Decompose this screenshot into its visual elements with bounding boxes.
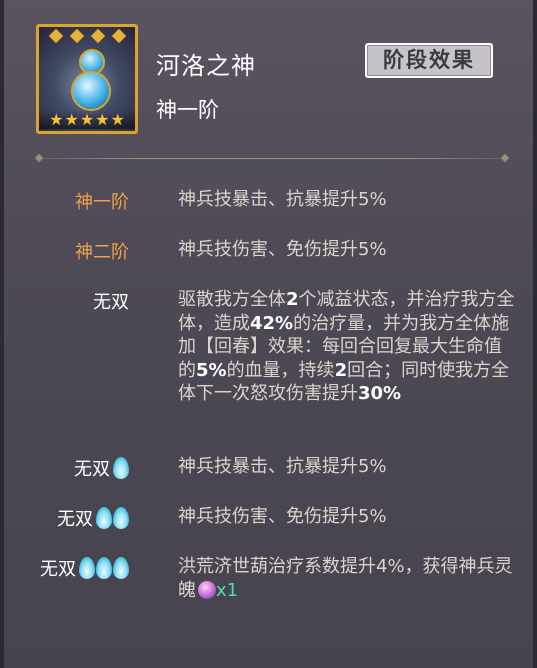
blue-flame-icon — [113, 557, 129, 579]
flame-rank — [95, 507, 129, 529]
effect-label-group: 无双 — [74, 455, 129, 481]
artifact-detail-panel: ★ ★ ★ ★ ★ 河洛之神 神一阶 阶段效果 神一阶 神兵技暴击、抗暴提升5%… — [0, 0, 537, 668]
effect-description: 驱散我方全体2个减益状态，并治疗我方全体，造成42%的治疗量，并为我方全体施加【… — [178, 288, 518, 406]
blue-flame-icon — [113, 507, 129, 529]
effect-label: 无双 — [57, 509, 93, 530]
star-icon: ★ — [64, 110, 79, 129]
soul-orb-icon[interactable] — [198, 580, 216, 599]
effect-label-group: 无双 — [40, 555, 129, 581]
blue-flame-icon — [113, 457, 129, 479]
effect-label: 神二阶 — [75, 242, 129, 263]
artifact-name: 河洛之神 — [156, 52, 256, 80]
effect-label: 神一阶 — [75, 192, 129, 213]
effect-label-group: 无双 — [57, 505, 129, 531]
desc-text: 的血量，持续 — [226, 359, 335, 381]
effect-label: 无双 — [74, 459, 110, 480]
star-icon: ★ — [79, 110, 95, 129]
artifact-icon[interactable]: ★ ★ ★ ★ ★ — [36, 24, 138, 134]
effect-label: 无双 — [93, 292, 129, 313]
effect-description: 神兵技伤害、免伤提升5% — [178, 239, 387, 260]
star-rating: ★ ★ ★ ★ ★ — [39, 111, 135, 129]
flame-rank — [78, 557, 129, 579]
gourd-icon — [69, 47, 111, 115]
desc-value: 2 — [334, 359, 348, 381]
desc-value: 5% — [196, 359, 227, 381]
flame-rank — [112, 457, 129, 479]
effect-description: 神兵技伤害、免伤提升5% — [178, 506, 387, 527]
reward-quantity: x1 — [216, 579, 239, 601]
desc-value: 2 — [286, 289, 299, 310]
artifact-stage: 神一阶 — [156, 98, 219, 122]
desc-text: 驱散我方全体 — [178, 289, 286, 310]
star-icon: ★ — [95, 110, 110, 129]
section-divider — [38, 158, 506, 159]
desc-value: 30% — [358, 383, 402, 404]
desc-value: 42% — [250, 312, 294, 334]
star-icon: ★ — [49, 110, 64, 129]
effect-label: 无双 — [40, 559, 76, 580]
icon-top-ornament — [39, 28, 135, 44]
stage-effect-button[interactable]: 阶段效果 — [365, 43, 493, 78]
effect-description: 神兵技暴击、抗暴提升5% — [178, 189, 387, 210]
effect-description: 洪荒济世葫治疗系数提升4%，获得神兵灵魄 x1 — [178, 555, 518, 602]
blue-flame-icon — [96, 507, 112, 529]
blue-flame-icon — [79, 557, 95, 579]
star-icon: ★ — [110, 110, 125, 129]
blue-flame-icon — [96, 557, 112, 579]
effect-description: 神兵技暴击、抗暴提升5% — [178, 456, 387, 477]
